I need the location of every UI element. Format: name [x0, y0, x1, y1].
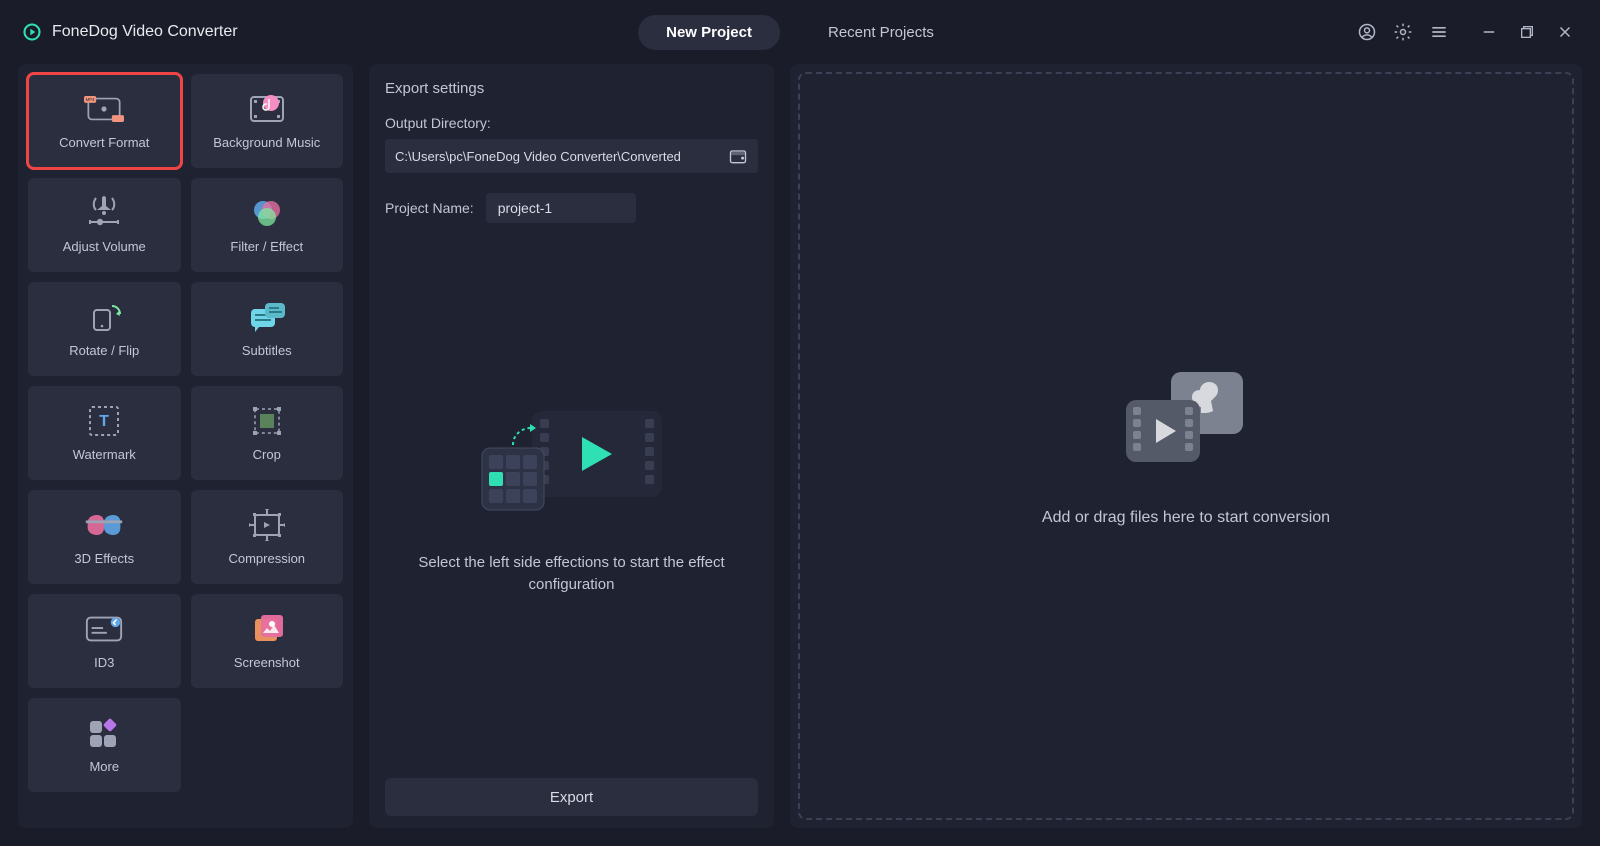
tool-label: Adjust Volume [63, 239, 146, 254]
rotate-flip-icon [84, 301, 124, 333]
app-title: FoneDog Video Converter [52, 23, 238, 41]
export-button[interactable]: Export [385, 778, 758, 816]
output-directory-field [385, 139, 758, 173]
subtitles-icon [247, 301, 287, 333]
tool-card-watermark[interactable]: T Watermark [28, 386, 181, 480]
output-directory-label: Output Directory: [385, 115, 758, 131]
user-icon[interactable] [1354, 19, 1380, 45]
tool-card-screenshot[interactable]: Screenshot [191, 594, 344, 688]
adjust-volume-icon [84, 197, 124, 229]
project-name-row: Project Name: [385, 193, 758, 223]
gear-icon[interactable] [1390, 19, 1416, 45]
tool-card-crop[interactable]: Crop [191, 386, 344, 480]
tool-card-background-music[interactable]: Background Music [191, 74, 344, 168]
tool-card-compression[interactable]: Compression [191, 490, 344, 584]
menu-icon[interactable] [1426, 19, 1452, 45]
maximize-icon[interactable] [1514, 19, 1540, 45]
project-name-label: Project Name: [385, 200, 474, 216]
effect-placeholder: Select the left side effections to start… [385, 223, 758, 766]
tool-card-convert-format[interactable]: MP4 Convert Format [28, 74, 181, 168]
tool-card-more[interactable]: More [28, 698, 181, 792]
effect-placeholder-hint: Select the left side effections to start… [385, 552, 758, 597]
svg-text:T: T [99, 413, 109, 430]
browse-folder-icon[interactable] [728, 146, 748, 166]
file-dropzone[interactable]: Add or drag files here to start conversi… [798, 72, 1574, 820]
tool-card-3d-effects[interactable]: 3D Effects [28, 490, 181, 584]
convert-format-icon: MP4 [84, 93, 124, 125]
project-name-input[interactable] [486, 193, 636, 223]
tool-label: Background Music [213, 135, 320, 150]
tab-new-project[interactable]: New Project [638, 15, 780, 50]
tool-label: More [89, 759, 119, 774]
conversion-panel: Add or drag files here to start conversi… [790, 64, 1582, 828]
screenshot-icon [247, 613, 287, 645]
tool-card-rotate-flip[interactable]: Rotate / Flip [28, 282, 181, 376]
export-settings-panel: Export settings Output Directory: Projec… [369, 64, 774, 828]
tool-card-subtitles[interactable]: Subtitles [191, 282, 344, 376]
3d-effects-icon [84, 509, 124, 541]
tool-label: Filter / Effect [230, 239, 303, 254]
tool-card-id3[interactable]: ID3 [28, 594, 181, 688]
close-icon[interactable] [1552, 19, 1578, 45]
titlebar-right [1354, 19, 1578, 45]
background-music-icon [247, 93, 287, 125]
export-settings-title: Export settings [385, 80, 758, 97]
output-directory-input[interactable] [395, 149, 720, 164]
more-icon [84, 717, 124, 749]
app-logo: FoneDog Video Converter [22, 22, 238, 42]
tool-label: Convert Format [59, 135, 149, 150]
tool-label: Crop [253, 447, 281, 462]
tool-label: Subtitles [242, 343, 292, 358]
compression-icon [247, 509, 287, 541]
tool-panel: MP4 Convert Format Background Music Adjust … [18, 64, 353, 828]
tab-recent-projects[interactable]: Recent Projects [800, 15, 962, 50]
tool-card-filter-effect[interactable]: Filter / Effect [191, 178, 344, 272]
id3-icon [84, 613, 124, 645]
dropzone-icon [1116, 366, 1256, 481]
logo-icon [22, 22, 42, 42]
tool-label: Rotate / Flip [69, 343, 139, 358]
tool-label: Screenshot [234, 655, 300, 670]
top-tabs: New Project Recent Projects [638, 15, 962, 50]
filter-effect-icon [247, 197, 287, 229]
tool-label: Watermark [73, 447, 136, 462]
tool-label: ID3 [94, 655, 114, 670]
dropzone-hint: Add or drag files here to start conversi… [1042, 509, 1330, 527]
tool-card-adjust-volume[interactable]: Adjust Volume [28, 178, 181, 272]
titlebar: FoneDog Video Converter New Project Rece… [8, 8, 1592, 56]
effect-placeholder-icon [472, 393, 672, 528]
watermark-icon: T [84, 405, 124, 437]
minimize-icon[interactable] [1476, 19, 1502, 45]
tool-label: Compression [228, 551, 305, 566]
tool-label: 3D Effects [74, 551, 134, 566]
svg-text:MP4: MP4 [86, 97, 95, 102]
crop-icon [247, 405, 287, 437]
